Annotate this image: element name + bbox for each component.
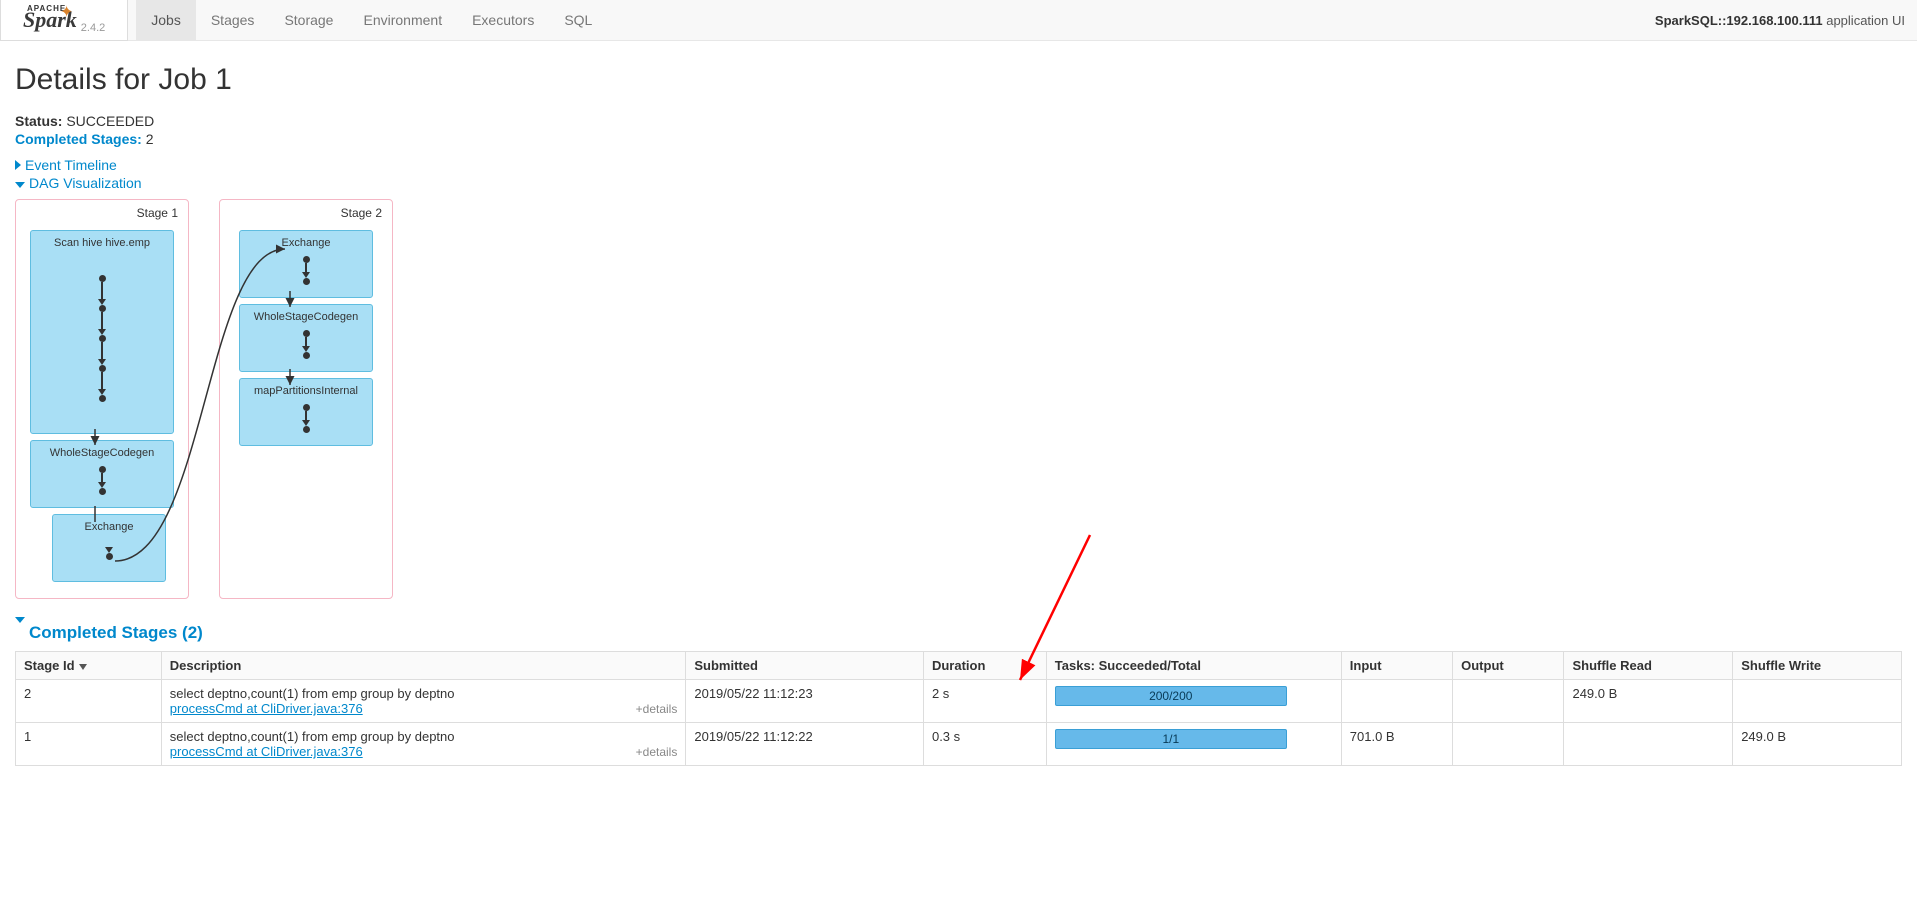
caret-down-icon xyxy=(15,617,25,642)
caret-down-icon xyxy=(15,182,25,188)
details-toggle[interactable]: +details xyxy=(636,745,678,759)
status-value: SUCCEEDED xyxy=(66,113,154,129)
brand-logo[interactable]: APACHE ✦ Spark 2.4.2 xyxy=(0,0,128,41)
cell-shuffle-write xyxy=(1733,680,1902,723)
cell-submitted: 2019/05/22 11:12:22 xyxy=(686,723,924,766)
cell-submitted: 2019/05/22 11:12:23 xyxy=(686,680,924,723)
dag-stage-2-label: Stage 2 xyxy=(226,206,386,224)
nav-tabs: Jobs Stages Storage Environment Executor… xyxy=(136,0,607,40)
cell-output xyxy=(1453,680,1564,723)
table-row: 2 select deptno,count(1) from emp group … xyxy=(16,680,1902,723)
th-input[interactable]: Input xyxy=(1341,652,1452,680)
annotation-arrow-icon xyxy=(1010,530,1100,690)
cell-input: 701.0 B xyxy=(1341,723,1452,766)
stage-desc-link[interactable]: processCmd at CliDriver.java:376 xyxy=(170,701,363,716)
th-shuffle-write[interactable]: Shuffle Write xyxy=(1733,652,1902,680)
th-output[interactable]: Output xyxy=(1453,652,1564,680)
tab-executors[interactable]: Executors xyxy=(457,0,549,40)
cell-shuffle-read xyxy=(1564,723,1733,766)
completed-stages-header[interactable]: Completed Stages (2) xyxy=(15,623,1902,643)
page-content: Details for Job 1 Status: SUCCEEDED Comp… xyxy=(0,41,1917,778)
dag-op-wsc2: WholeStageCodegen xyxy=(239,304,373,372)
dag-stage-1-label: Stage 1 xyxy=(22,206,182,224)
app-title-suffix: application UI xyxy=(1823,13,1905,28)
spark-star-icon: ✦ xyxy=(60,2,73,22)
dag-op-scan: Scan hive hive.emp xyxy=(30,230,174,434)
cell-shuffle-read: 249.0 B xyxy=(1564,680,1733,723)
task-progress-bar: 1/1 xyxy=(1055,729,1287,749)
th-submitted[interactable]: Submitted xyxy=(686,652,924,680)
th-description[interactable]: Description xyxy=(161,652,686,680)
dag-op-mappartitions: mapPartitionsInternal xyxy=(239,378,373,446)
cell-input xyxy=(1341,680,1452,723)
app-title-strong: SparkSQL::192.168.100.111 xyxy=(1655,13,1823,28)
completed-stages-value: 2 xyxy=(146,131,154,147)
dag-stage-1: Stage 1 Scan hive hive.emp WholeStageCod… xyxy=(15,199,189,599)
cell-tasks: 1/1 xyxy=(1046,723,1341,766)
app-title: SparkSQL::192.168.100.111 application UI xyxy=(1655,13,1905,28)
dag-visualization-toggle[interactable]: DAG Visualization xyxy=(15,175,1902,191)
th-stage-id[interactable]: Stage Id xyxy=(16,652,162,680)
cell-duration: 0.3 s xyxy=(923,723,1046,766)
status-label: Status: xyxy=(15,113,62,129)
event-timeline-toggle[interactable]: Event Timeline xyxy=(15,157,1902,173)
tab-environment[interactable]: Environment xyxy=(348,0,457,40)
tab-jobs[interactable]: Jobs xyxy=(136,0,196,40)
tab-stages[interactable]: Stages xyxy=(196,0,270,40)
cell-output xyxy=(1453,723,1564,766)
table-row: 1 select deptno,count(1) from emp group … xyxy=(16,723,1902,766)
completed-stages-table: Stage Id Description Submitted Duration … xyxy=(15,651,1902,766)
details-toggle[interactable]: +details xyxy=(636,702,678,716)
navbar: APACHE ✦ Spark 2.4.2 Jobs Stages Storage… xyxy=(0,0,1917,41)
cell-description: select deptno,count(1) from emp group by… xyxy=(161,680,686,723)
dag-stage-2: Stage 2 Exchange WholeStageCodegen mapPa… xyxy=(219,199,393,599)
dag-op-exchange2: Exchange xyxy=(239,230,373,298)
brand-version: 2.4.2 xyxy=(81,22,105,40)
dag-op-wsc1: WholeStageCodegen xyxy=(30,440,174,508)
tab-storage[interactable]: Storage xyxy=(269,0,348,40)
tab-sql[interactable]: SQL xyxy=(549,0,607,40)
page-title: Details for Job 1 xyxy=(15,63,1902,97)
cell-stage-id: 2 xyxy=(16,680,162,723)
job-summary: Status: SUCCEEDED Completed Stages: 2 xyxy=(15,113,1902,147)
cell-stage-id: 1 xyxy=(16,723,162,766)
table-header-row: Stage Id Description Submitted Duration … xyxy=(16,652,1902,680)
dag-visualization: Stage 1 Scan hive hive.emp WholeStageCod… xyxy=(15,199,1902,599)
cell-shuffle-write: 249.0 B xyxy=(1733,723,1902,766)
caret-right-icon xyxy=(15,160,21,170)
cell-description: select deptno,count(1) from emp group by… xyxy=(161,723,686,766)
completed-stages-link[interactable]: Completed Stages: xyxy=(15,131,146,147)
dag-op-exchange1: Exchange xyxy=(52,514,166,582)
stage-desc-link[interactable]: processCmd at CliDriver.java:376 xyxy=(170,744,363,759)
th-shuffle-read[interactable]: Shuffle Read xyxy=(1564,652,1733,680)
sort-desc-icon xyxy=(79,664,87,670)
